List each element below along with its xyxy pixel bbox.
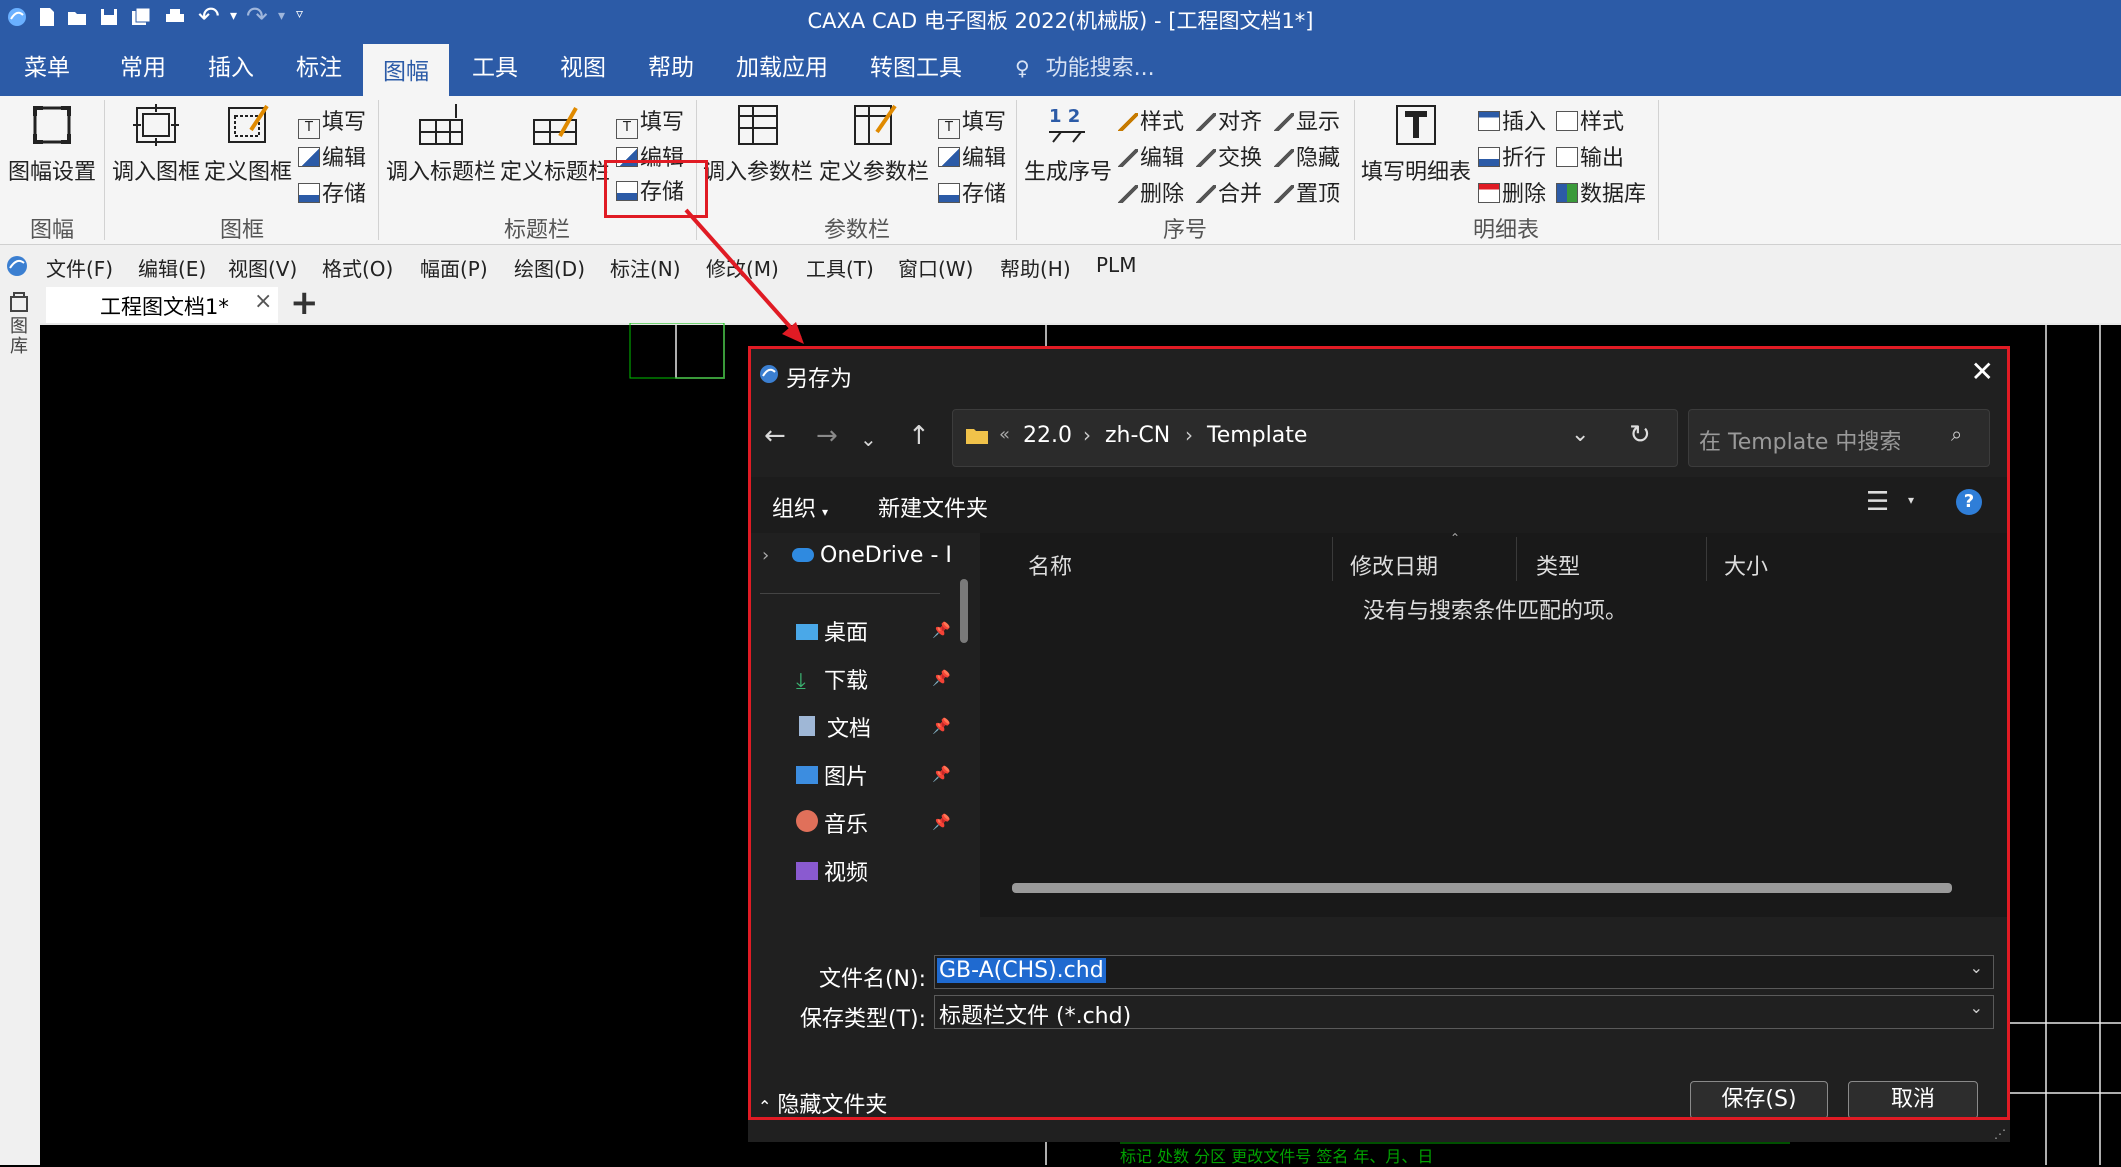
resize-grip-icon[interactable]: ⋰	[1994, 1127, 2006, 1141]
dialog-callout-box	[748, 346, 2010, 1120]
